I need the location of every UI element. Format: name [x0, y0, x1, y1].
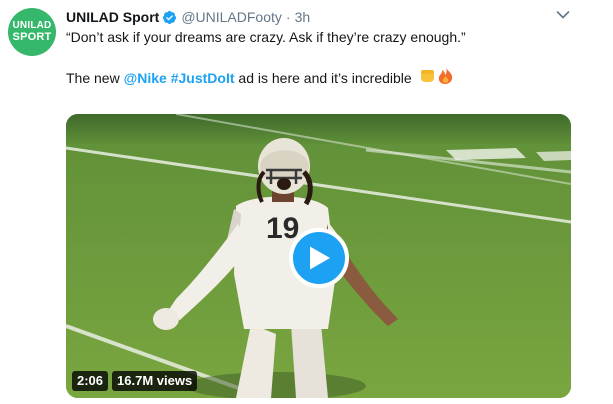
tweet-text-quote: “Don’t ask if your dreams are crazy. Ask…: [66, 29, 466, 45]
video-player[interactable]: 19 2:06 16.7M views: [66, 114, 571, 398]
play-button[interactable]: [289, 228, 349, 288]
tweet-header: UNILAD Sport @UNILADFooty · 3h: [66, 8, 310, 26]
tweet-text-line2: The new @Nike #JustDoIt ad is here and i…: [66, 67, 456, 89]
video-views: 16.7M views: [112, 371, 198, 391]
account-handle[interactable]: @UNILADFooty: [181, 9, 282, 25]
avatar-text-line2: SPORT: [12, 31, 52, 43]
fist-fire-emoji: [420, 67, 456, 89]
mention-link[interactable]: @Nike: [124, 70, 167, 86]
video-duration: 2:06: [72, 371, 109, 391]
avatar-text-line1: UNILAD: [12, 20, 52, 31]
hashtag-link[interactable]: #JustDoIt: [171, 70, 235, 86]
avatar[interactable]: UNILAD SPORT: [8, 8, 56, 56]
separator-dot: ·: [285, 9, 291, 25]
tweet[interactable]: UNILAD SPORT UNILAD Sport @UNILADFooty ·…: [0, 0, 613, 404]
tweet-timestamp[interactable]: 3h: [295, 9, 311, 25]
tweet-text-suffix: ad is here and it’s incredible: [234, 70, 412, 86]
account-name[interactable]: UNILAD Sport: [66, 9, 159, 25]
chevron-down-icon[interactable]: [556, 10, 570, 20]
play-icon: [310, 246, 330, 270]
emoji-icon: [420, 68, 452, 84]
verified-badge-icon: [163, 10, 177, 24]
tweet-text-prefix: The new: [66, 70, 124, 86]
video-badges: 2:06 16.7M views: [72, 371, 198, 391]
